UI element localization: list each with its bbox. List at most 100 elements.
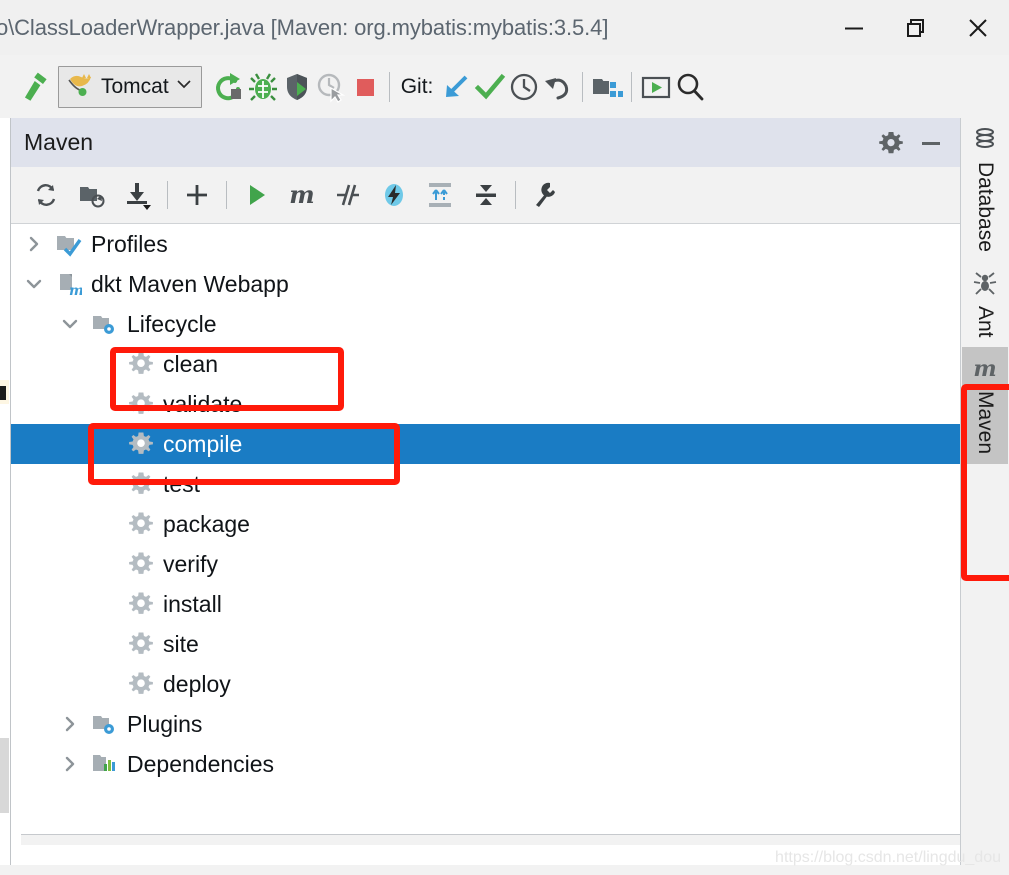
sidebar-label-ant: Ant <box>974 305 997 338</box>
dependencies-icon <box>91 750 119 778</box>
debug-button[interactable] <box>246 63 280 111</box>
chevron-down-icon[interactable] <box>21 271 47 297</box>
tree-no-arrow <box>93 551 119 577</box>
tree-row-package[interactable]: package <box>11 504 961 544</box>
execute-maven-goal-icon[interactable]: m <box>279 172 325 218</box>
stop-button[interactable] <box>348 63 382 111</box>
search-everywhere-button[interactable] <box>673 63 707 111</box>
maven-goal-gear-icon <box>127 550 155 578</box>
build-project-button[interactable] <box>18 63 52 111</box>
maven-goal-gear-icon <box>127 470 155 498</box>
maven-m-icon: m <box>972 355 998 386</box>
maven-goal-gear-icon <box>127 350 155 378</box>
maven-toolbar-divider <box>167 181 168 209</box>
tree-row-label: test <box>163 470 201 497</box>
chevron-down-icon[interactable] <box>57 311 83 337</box>
tree-row-plugins[interactable]: Plugins <box>11 704 961 744</box>
maven-tool-window: Maven m Profiles dkt Maven Webapp Lifecy… <box>10 118 971 856</box>
run-button[interactable] <box>212 63 246 111</box>
maven-panel-title: Maven <box>24 129 94 155</box>
tree-row-profiles[interactable]: Profiles <box>11 224 961 264</box>
tree-row-verify[interactable]: verify <box>11 544 961 584</box>
database-icon <box>972 126 998 157</box>
toolbar-divider-3 <box>631 71 633 102</box>
profile-button[interactable] <box>314 63 348 111</box>
tree-row-validate[interactable]: validate <box>11 384 961 424</box>
tree-row-deploy[interactable]: deploy <box>11 664 961 704</box>
sidebar-label-database: Database <box>974 162 997 252</box>
toolbar-divider <box>388 71 390 102</box>
expand-all-icon[interactable] <box>417 172 463 218</box>
restore-button[interactable] <box>885 0 947 55</box>
run-maven-build-icon[interactable] <box>233 172 279 218</box>
window-title: o\ClassLoaderWrapper.java [Maven: org.my… <box>0 14 609 40</box>
maven-goal-gear-icon <box>127 430 155 458</box>
add-maven-projects-icon[interactable] <box>69 172 115 218</box>
tree-row-install[interactable]: install <box>11 584 961 624</box>
add-icon[interactable] <box>174 172 220 218</box>
download-sources-and-docs-icon[interactable] <box>115 172 161 218</box>
maven-toolbar-divider-3 <box>515 181 516 209</box>
tree-no-arrow <box>93 511 119 537</box>
project-structure-button[interactable] <box>590 63 624 111</box>
reload-all-maven-projects-icon[interactable] <box>23 172 69 218</box>
tree-row-label: site <box>163 630 199 657</box>
close-button[interactable] <box>947 0 1009 55</box>
window-controls <box>823 0 1009 55</box>
tree-row-label: dkt Maven Webapp <box>91 270 289 297</box>
maven-projects-tree[interactable]: Profiles m dkt Maven Webapp Lifecycle cl… <box>11 224 961 856</box>
sidebar-item-ant[interactable]: Ant <box>962 262 1008 348</box>
tree-row-clean[interactable]: clean <box>11 344 961 384</box>
version-control-history-button[interactable] <box>507 63 541 111</box>
chevron-right-icon[interactable] <box>57 751 83 777</box>
chevron-down-icon[interactable] <box>175 75 193 98</box>
maven-settings-wrench-icon[interactable] <box>522 172 568 218</box>
svg-text:m: m <box>973 356 996 381</box>
tree-no-arrow <box>93 471 119 497</box>
tree-row-lifecycle[interactable]: Lifecycle <box>11 304 961 344</box>
tree-no-arrow <box>93 391 119 417</box>
main-toolbar: Tomcat Git: <box>0 55 1009 119</box>
select-run-configuration-button[interactable] <box>639 63 673 111</box>
toggle-offline-mode-icon[interactable] <box>371 172 417 218</box>
maven-goal-gear-icon <box>127 510 155 538</box>
editor-scrollbar-thumb[interactable] <box>0 738 9 813</box>
tree-row-test[interactable]: test <box>11 464 961 504</box>
rollback-button[interactable] <box>541 63 575 111</box>
tree-row-label: Lifecycle <box>127 310 217 337</box>
sidebar-item-database[interactable]: Database <box>962 118 1008 262</box>
sidebar-item-maven[interactable]: m Maven <box>962 347 1008 465</box>
chevron-right-icon[interactable] <box>57 711 83 737</box>
chevron-right-icon[interactable] <box>21 231 47 257</box>
lifecycle-folder-icon <box>91 310 119 338</box>
update-project-button[interactable] <box>439 63 473 111</box>
git-label: Git: <box>400 74 434 98</box>
sidebar-label-maven: Maven <box>974 391 997 455</box>
collapse-all-icon[interactable] <box>463 172 509 218</box>
maven-module-icon: m <box>55 270 83 298</box>
toggle-skip-tests-icon[interactable] <box>325 172 371 218</box>
run-configuration-selector[interactable]: Tomcat <box>58 65 202 108</box>
tree-no-arrow <box>93 591 119 617</box>
watermark: https://blog.csdn.net/lingdu_dou <box>775 849 1001 866</box>
tree-row-label: install <box>163 590 222 617</box>
tree-no-arrow <box>93 431 119 457</box>
tree-row-site[interactable]: site <box>11 624 961 664</box>
run-configuration-label: Tomcat <box>101 74 169 98</box>
run-with-coverage-button[interactable] <box>280 63 314 111</box>
maven-status-strip <box>21 834 971 845</box>
tree-row-dkt-maven-webapp[interactable]: m dkt Maven Webapp <box>11 264 961 304</box>
tree-row-dependencies[interactable]: Dependencies <box>11 744 961 784</box>
window-title-bar: o\ClassLoaderWrapper.java [Maven: org.my… <box>0 0 1009 55</box>
gear-icon[interactable] <box>875 127 907 159</box>
tree-row-label: validate <box>163 390 243 417</box>
hide-panel-button[interactable] <box>915 127 947 159</box>
maven-goal-gear-icon <box>127 670 155 698</box>
tree-no-arrow <box>93 671 119 697</box>
commit-button[interactable] <box>473 63 507 111</box>
tree-row-compile[interactable]: compile <box>11 424 961 464</box>
svg-text:m: m <box>289 180 314 209</box>
minimize-button[interactable] <box>823 0 885 55</box>
tree-no-arrow <box>93 351 119 377</box>
tree-row-label: clean <box>163 350 218 377</box>
